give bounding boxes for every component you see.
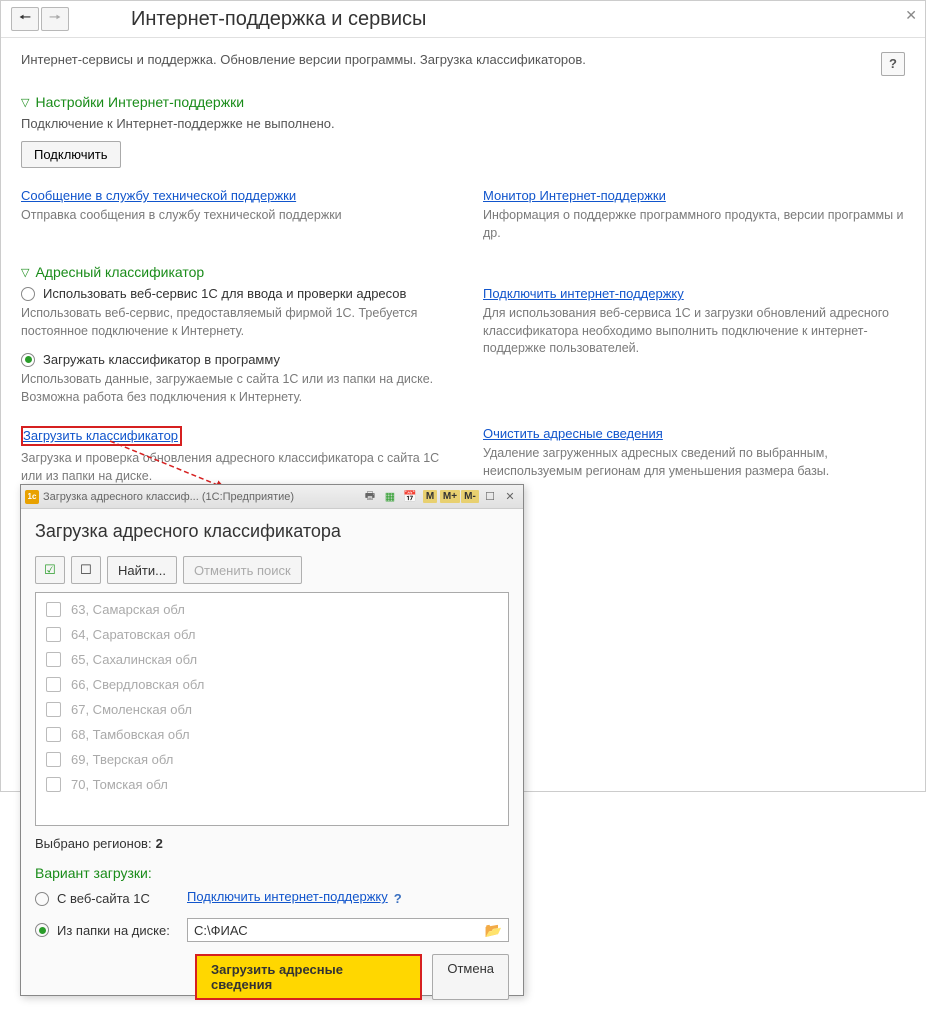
section-address-classifier[interactable]: ▽ Адресный классификатор — [21, 264, 905, 280]
radio2-desc: Использовать данные, загружаемые с сайта… — [21, 371, 443, 406]
close-icon[interactable]: ✕ — [501, 489, 519, 505]
clear-address-desc: Удаление загруженных адресных сведений п… — [483, 445, 905, 480]
find-button[interactable]: Найти... — [107, 556, 177, 584]
connect-button[interactable]: Подключить — [21, 141, 121, 168]
list-item[interactable]: 67, Смоленская обл — [36, 697, 508, 722]
list-item[interactable]: 68, Тамбовская обл — [36, 722, 508, 747]
print-icon[interactable]: 🖶 — [361, 489, 379, 505]
subtitle: Интернет-сервисы и поддержка. Обновление… — [21, 52, 586, 67]
connect-support-desc: Для использования веб-сервиса 1С и загру… — [483, 305, 905, 358]
checkbox-icon[interactable] — [46, 777, 61, 792]
chevron-down-icon: ▽ — [21, 96, 29, 109]
variant-web[interactable]: С веб-сайта 1С Подключить интернет-подде… — [35, 889, 509, 908]
radio-load-classifier[interactable]: Загружать классификатор в программу — [21, 352, 443, 367]
monitor-desc: Информация о поддержке программного прод… — [483, 207, 905, 242]
titlebar: 🠔 🠖 Интернет-поддержка и сервисы ✕ — [1, 1, 925, 38]
variant-label: Вариант загрузки: — [35, 865, 509, 881]
radio-web-service[interactable]: Использовать веб-сервис 1С для ввода и п… — [21, 286, 443, 301]
cancel-button[interactable]: Отмена — [432, 954, 509, 1000]
list-item[interactable]: 69, Тверская обл — [36, 747, 508, 772]
cancel-find-button[interactable]: Отменить поиск — [183, 556, 302, 584]
support-message-link[interactable]: Сообщение в службу технической поддержки — [21, 188, 296, 203]
variant-connect-link[interactable]: Подключить интернет-поддержку — [187, 889, 388, 904]
uncheck-all-button[interactable]: ☐ — [71, 556, 101, 584]
path-input[interactable]: С:\ФИАС 📂 — [187, 918, 509, 942]
list-item[interactable]: 66, Свердловская обл — [36, 672, 508, 697]
checkbox-icon[interactable] — [46, 752, 61, 767]
list-item[interactable]: 70, Томская обл — [36, 772, 508, 797]
list-item[interactable]: 65, Сахалинская обл — [36, 647, 508, 672]
page-title: Интернет-поддержка и сервисы — [131, 8, 426, 31]
load-classifier-link[interactable]: Загрузить классификатор — [21, 426, 182, 446]
m-plus-button[interactable]: M+ — [441, 489, 459, 505]
dialog-load-classifier: 1c Загрузка адресного классиф... (1С:Пре… — [20, 484, 524, 996]
m-button[interactable]: M — [421, 489, 439, 505]
section-internet-support[interactable]: ▽ Настройки Интернет-поддержки — [21, 94, 905, 110]
checkbox-icon[interactable] — [46, 652, 61, 667]
dialog-heading: Загрузка адресного классификатора — [35, 521, 509, 542]
back-button[interactable]: 🠔 — [11, 7, 39, 31]
checkbox-icon[interactable] — [46, 627, 61, 642]
regions-listbox[interactable]: 63, Самарская обл64, Саратовская обл65, … — [35, 592, 509, 826]
check-all-button[interactable]: ☑ — [35, 556, 65, 584]
help-icon[interactable]: ? — [394, 891, 402, 906]
load-classifier-desc: Загрузка и проверка обновления адресного… — [21, 450, 443, 485]
1c-icon: 1c — [25, 490, 39, 504]
forward-button[interactable]: 🠖 — [41, 7, 69, 31]
checkbox-icon[interactable] — [46, 602, 61, 617]
chevron-down-icon: ▽ — [21, 266, 29, 279]
section1-desc: Подключение к Интернет-поддержке не выпо… — [21, 116, 905, 131]
grid-icon[interactable]: ▦ — [381, 489, 399, 505]
variant-folder[interactable]: Из папки на диске: С:\ФИАС 📂 — [35, 918, 509, 942]
help-button[interactable]: ? — [881, 52, 905, 76]
clear-address-link[interactable]: Очистить адресные сведения — [483, 426, 663, 441]
list-item[interactable]: 63, Самарская обл — [36, 597, 508, 622]
radio1-desc: Использовать веб-сервис, предоставляемый… — [21, 305, 443, 340]
calendar-icon[interactable]: 📅 — [401, 489, 419, 505]
folder-icon[interactable]: 📂 — [485, 922, 502, 939]
checkbox-icon[interactable] — [46, 702, 61, 717]
checkbox-icon[interactable] — [46, 677, 61, 692]
dialog-titlebar: 1c Загрузка адресного классиф... (1С:Пре… — [21, 485, 523, 509]
maximize-icon[interactable]: ☐ — [481, 489, 499, 505]
close-icon[interactable]: ✕ — [905, 7, 917, 24]
radio-icon — [21, 287, 35, 301]
connect-support-link[interactable]: Подключить интернет-поддержку — [483, 286, 684, 301]
list-item[interactable]: 64, Саратовская обл — [36, 622, 508, 647]
m-minus-button[interactable]: M- — [461, 489, 479, 505]
content: Интернет-сервисы и поддержка. Обновление… — [1, 38, 925, 499]
monitor-link[interactable]: Монитор Интернет-поддержки — [483, 188, 666, 203]
load-address-button[interactable]: Загрузить адресные сведения — [195, 954, 422, 1000]
dialog-title: Загрузка адресного классиф... (1С:Предпр… — [43, 491, 361, 503]
radio-selected-icon — [21, 353, 35, 367]
checkbox-icon[interactable] — [46, 727, 61, 742]
support-message-desc: Отправка сообщения в службу технической … — [21, 207, 443, 225]
selected-count-row: Выбрано регионов:2 — [35, 836, 509, 851]
radio-selected-icon — [35, 923, 49, 937]
radio-icon — [35, 892, 49, 906]
